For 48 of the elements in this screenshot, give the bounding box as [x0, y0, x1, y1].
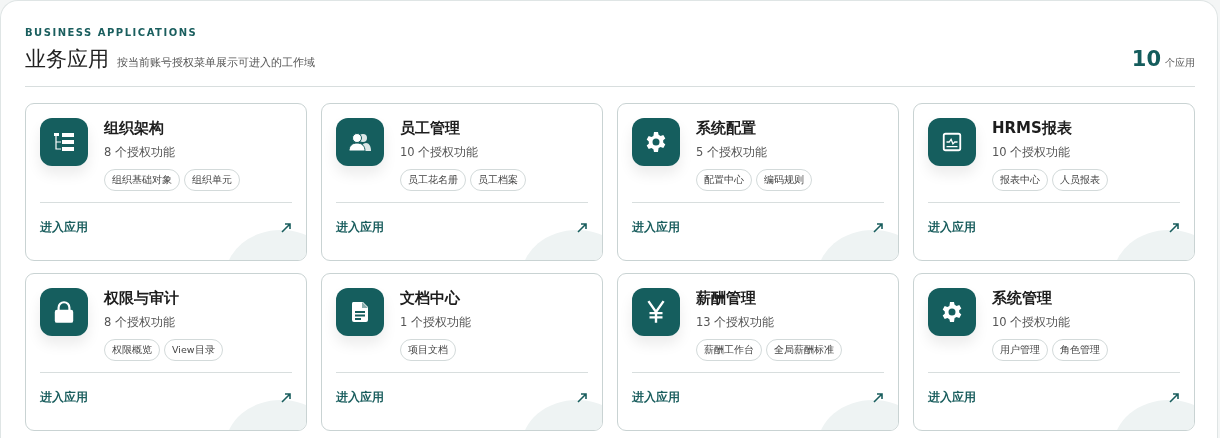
enter-app-link[interactable]: 进入应用 [336, 389, 384, 407]
app-card[interactable]: 薪酬管理 13 个授权功能 薪酬工作台 全局薪酬标准 进入应用 [617, 272, 899, 431]
function-count: 10 个授权功能 [992, 313, 1072, 331]
arrow-icon[interactable] [280, 391, 292, 404]
function-count: 8 个授权功能 [104, 143, 176, 161]
app-card[interactable]: 系统管理 10 个授权功能 用户管理 角色管理 进入应用 [913, 272, 1195, 431]
app-card[interactable]: 员工管理 10 个授权功能 员工花名册 员工档案 进入应用 [321, 102, 603, 261]
app-name: 系统配置 [696, 117, 757, 138]
enter-app-link[interactable]: 进入应用 [336, 219, 384, 237]
chart-window-icon [941, 130, 963, 153]
enter-app-link[interactable]: 进入应用 [632, 389, 680, 407]
settings-icon [940, 299, 964, 324]
function-count: 5 个授权功能 [696, 143, 768, 161]
arrow-icon[interactable] [872, 221, 884, 234]
function-count: 8 个授权功能 [104, 313, 176, 331]
function-count: 10 个授权功能 [992, 143, 1072, 161]
app-card[interactable]: 权限与审计 8 个授权功能 权限概览 View目录 进入应用 [25, 272, 307, 431]
app-name: HRMS报表 [992, 117, 1073, 138]
app-name: 权限与审计 [104, 287, 180, 308]
app-card[interactable]: 系统配置 5 个授权功能 配置中心 编码规则 进入应用 [617, 102, 899, 261]
function-count: 13 个授权功能 [696, 313, 776, 331]
app-name: 文档中心 [400, 287, 461, 308]
arrow-icon[interactable] [280, 221, 292, 234]
app-name: 组织架构 [104, 117, 165, 138]
enter-app-link[interactable]: 进入应用 [632, 219, 680, 237]
app-name: 薪酬管理 [696, 287, 757, 308]
enter-app-link[interactable]: 进入应用 [40, 389, 88, 407]
app-count: 10 [1131, 46, 1161, 73]
arrow-icon[interactable] [1168, 221, 1180, 234]
function-count: 1 个授权功能 [400, 313, 471, 331]
app-name: 员工管理 [400, 117, 461, 138]
enter-app-link[interactable]: 进入应用 [40, 219, 88, 237]
arrow-icon[interactable] [872, 391, 884, 404]
app-card[interactable]: HRMS报表 10 个授权功能 报表中心 人员报表 进入应用 [913, 102, 1195, 261]
arrow-icon[interactable] [1168, 391, 1180, 404]
page-title: 业务应用 [25, 46, 109, 73]
app-name: 系统管理 [992, 287, 1053, 308]
enter-app-link[interactable]: 进入应用 [928, 389, 976, 407]
app-card[interactable]: 文档中心 1 个授权功能 项目文档 进入应用 [321, 272, 603, 431]
app-card[interactable]: 组织架构 8 个授权功能 组织基础对象 组织单元 进入应用 [25, 102, 307, 261]
enter-app-link[interactable]: 进入应用 [928, 219, 976, 237]
settings-icon [644, 129, 668, 154]
app-count-unit: 个应用 [1165, 56, 1195, 70]
function-count: 10 个授权功能 [400, 143, 480, 161]
section-eyebrow: BUSINESS APPLICATIONS [25, 26, 199, 40]
page-subtitle: 按当前账号授权菜单展示可进入的工作域 [117, 55, 315, 71]
arrow-icon[interactable] [576, 391, 588, 404]
arrow-icon[interactable] [576, 221, 588, 234]
